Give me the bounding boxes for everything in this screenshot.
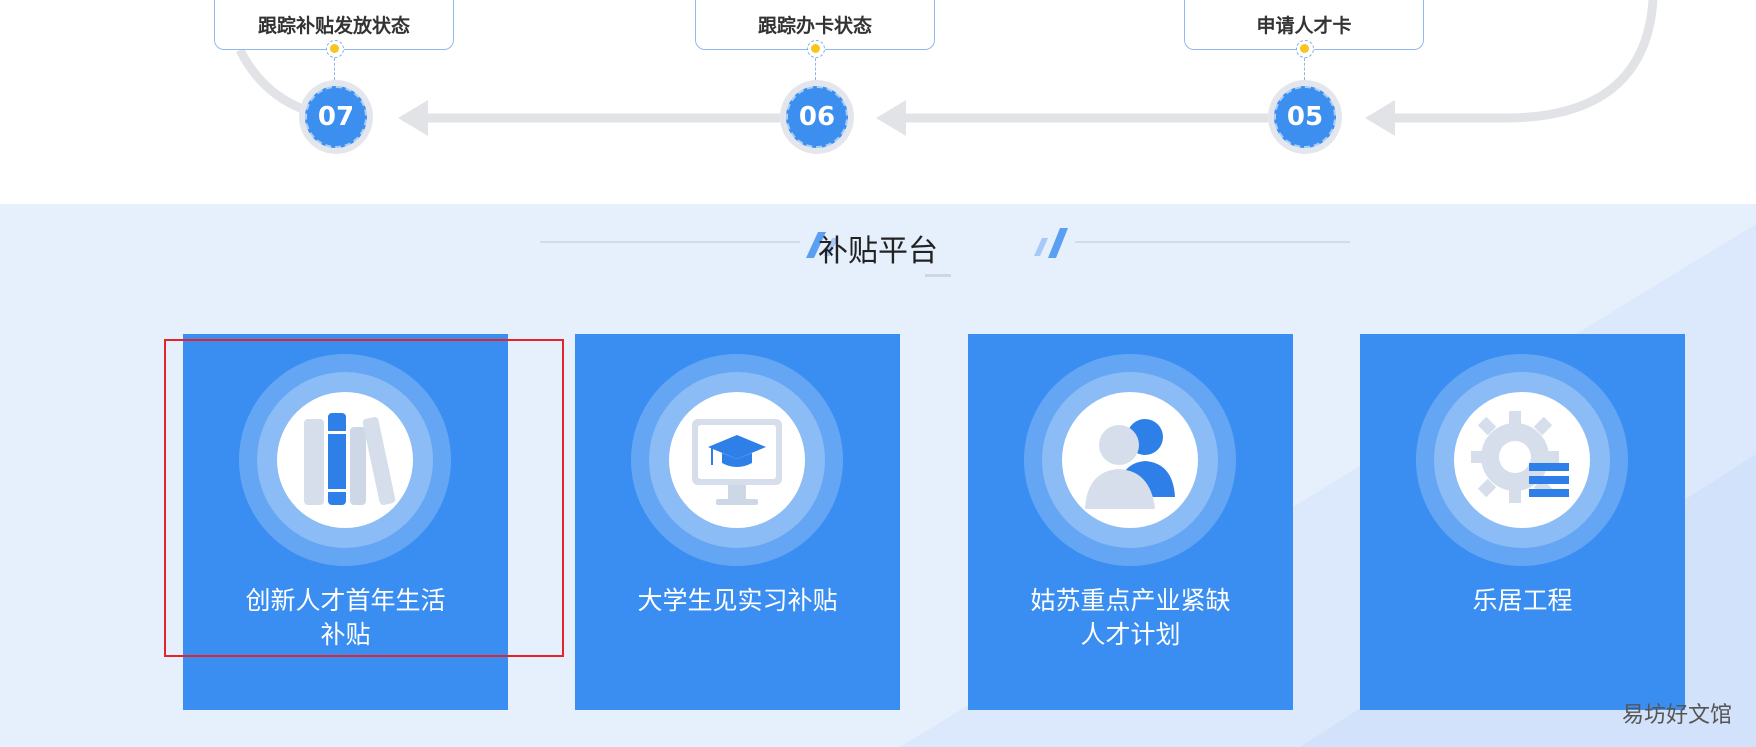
step-badge-05: 05 xyxy=(1268,80,1342,154)
step-connector xyxy=(334,58,335,80)
card-happy-living-project[interactable]: 乐居工程 xyxy=(1360,334,1685,710)
arrow-left-icon xyxy=(876,100,906,136)
watermark: 易坊好文馆 xyxy=(1621,703,1732,728)
step-number: 06 xyxy=(786,86,848,148)
selection-highlight-box xyxy=(164,339,564,657)
step-badge-06: 06 xyxy=(780,80,854,154)
process-flow: 跟踪补贴发放状态 07 跟踪办卡状态 06 申请人才卡 05 xyxy=(0,0,1756,204)
card-icon-ring xyxy=(1416,354,1628,566)
arrow-left-icon xyxy=(1365,100,1395,136)
step-badge-07: 07 xyxy=(299,80,373,154)
card-label: 大学生见实习补贴 xyxy=(637,586,838,615)
step-connector xyxy=(815,58,816,80)
title-underline xyxy=(925,274,951,277)
step-number: 07 xyxy=(305,86,367,148)
step-dot-icon xyxy=(807,40,825,58)
card-icon-ring xyxy=(631,354,843,566)
card-label: 姑苏重点产业紧缺 人才计划 xyxy=(1030,586,1231,649)
arrow-left-icon xyxy=(398,100,428,136)
section-title: 补贴平台 xyxy=(818,234,938,269)
graduation-monitor-icon xyxy=(692,419,782,505)
users-icon xyxy=(1085,419,1175,509)
gear-list-icon xyxy=(1471,411,1569,503)
step-dot-icon xyxy=(326,40,344,58)
step-number: 05 xyxy=(1274,86,1336,148)
step-connector xyxy=(1304,58,1305,80)
step-dot-icon xyxy=(1296,40,1314,58)
card-label: 乐居工程 xyxy=(1472,586,1573,615)
card-gusu-key-industry-talent[interactable]: 姑苏重点产业紧缺 人才计划 xyxy=(968,334,1293,710)
card-icon-ring xyxy=(1024,354,1236,566)
card-college-internship-subsidy[interactable]: 大学生见实习补贴 xyxy=(575,334,900,710)
